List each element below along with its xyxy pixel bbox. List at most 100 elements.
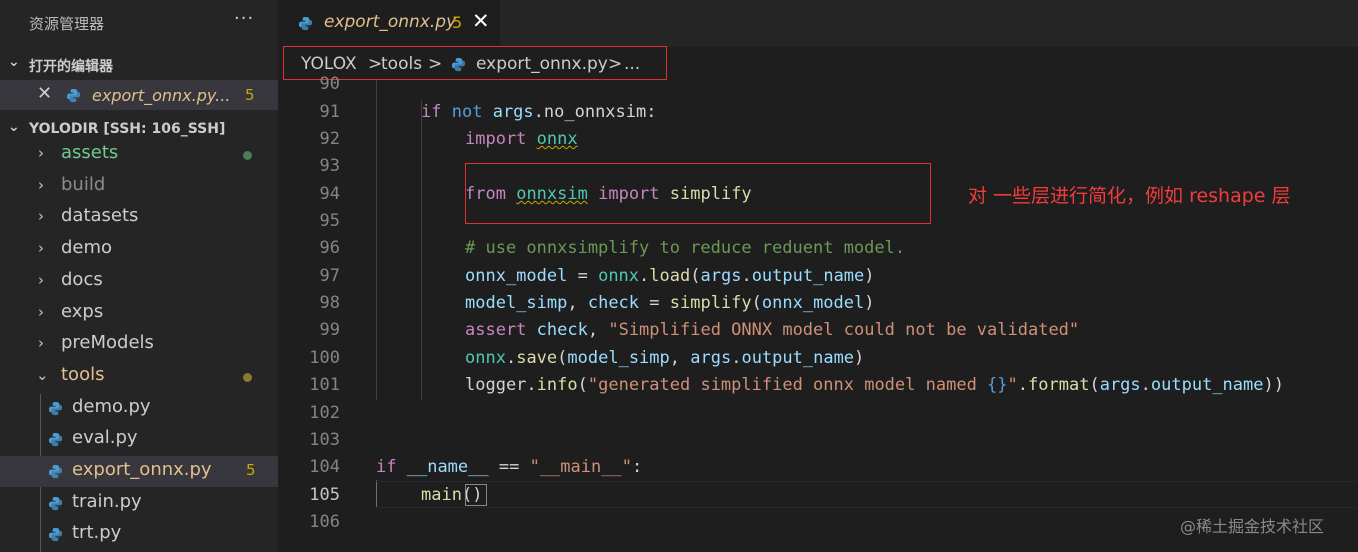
tree-folder-build[interactable]: › build [0, 171, 278, 202]
git-status-dot [243, 373, 252, 382]
annotation-text: 对 一些层进行简化，例如 reshape 层 [968, 185, 1291, 207]
editor-tab-bar: export_onnx.py 5 ✕ [278, 0, 1358, 47]
indent-guide [376, 80, 377, 400]
tree-folder-assets[interactable]: › assets [0, 139, 278, 170]
chevron-right-icon: › [38, 334, 44, 352]
line-number: 101 [309, 375, 340, 395]
line-number: 90 [319, 74, 340, 94]
tree-label: preModels [61, 332, 154, 353]
tree-folder-exps[interactable]: › exps [0, 298, 278, 329]
tree-file-export-onnx-py[interactable]: export_onnx.py 5 [0, 456, 278, 487]
python-file-icon [298, 16, 313, 31]
tree-label: docs [61, 269, 103, 290]
tree-folder-demo[interactable]: › demo [0, 234, 278, 265]
code-line-99: assert check, "Simplified ONNX model cou… [465, 320, 1080, 340]
chevron-right-icon: › [38, 176, 44, 194]
chevron-down-icon: ⌄ [8, 54, 20, 70]
close-icon[interactable]: ✕ [37, 83, 52, 104]
tab-export-onnx-py[interactable]: export_onnx.py 5 ✕ [278, 0, 500, 47]
code-line-91: if not args.no_onnxsim: [421, 102, 657, 122]
open-editor-item[interactable]: ✕ export_onnx.py... 5 [0, 80, 278, 110]
line-number: 104 [309, 457, 340, 477]
tree-label: demo [61, 237, 113, 258]
tree-label: train.py [72, 491, 142, 512]
tree-label: demo.py [72, 396, 151, 417]
problem-count-badge: 5 [245, 86, 255, 104]
breadcrumb-item-symbol[interactable]: ... [624, 54, 640, 74]
workspace-label: YOLODIR [SSH: 106_SSH] [29, 121, 226, 137]
line-number: 102 [309, 403, 340, 423]
python-file-icon [48, 401, 63, 416]
tree-file-demo-py[interactable]: demo.py [0, 393, 278, 424]
tree-label: trt.py [72, 522, 122, 543]
code-line-104: if __name__ == "__main__": [376, 457, 643, 477]
open-editors-header[interactable]: ⌄ 打开的编辑器 [0, 50, 278, 80]
tree-label: datasets [61, 205, 139, 226]
breadcrumb: YOLOX > tools > export_onnx.py > ... [283, 46, 667, 80]
breadcrumb-item-yolox[interactable]: YOLOX [301, 54, 357, 74]
tree-folder-datasets[interactable]: › datasets [0, 202, 278, 233]
tree-file-trt-py[interactable]: trt.py [0, 519, 278, 550]
line-number: 106 [309, 512, 340, 532]
code-line-98: model_simp, check = simplify(onnx_model) [465, 293, 875, 313]
tab-label: export_onnx.py [324, 12, 457, 32]
python-file-icon [48, 527, 63, 542]
chevron-down-icon: ⌄ [36, 366, 49, 384]
chevron-right-icon: › [38, 271, 44, 289]
line-number: 103 [309, 430, 340, 450]
indent-guide [421, 100, 422, 400]
tree-label: tools [61, 364, 105, 385]
tree-file-eval-py[interactable]: eval.py [0, 424, 278, 455]
tree-folder-docs[interactable]: › docs [0, 266, 278, 297]
tree-folder-premodels[interactable]: › preModels [0, 329, 278, 360]
line-number: 100 [309, 348, 340, 368]
python-file-icon [48, 432, 63, 447]
tree-label: assets [61, 142, 119, 163]
breadcrumb-item-file[interactable]: export_onnx.py [476, 54, 608, 74]
tree-label: export_onnx.py [72, 459, 212, 480]
more-actions-button[interactable]: ··· [234, 8, 254, 29]
python-file-icon [48, 496, 63, 511]
tree-label: build [61, 174, 106, 195]
close-icon[interactable]: ✕ [472, 9, 490, 33]
python-file-icon [66, 88, 81, 103]
breadcrumb-separator: > [428, 54, 443, 74]
explorer-sidebar: 资源管理器 ··· ⌄ 打开的编辑器 ✕ export_onnx.py... 5… [0, 0, 278, 552]
code-line-92: import onnx [465, 129, 578, 149]
watermark: @稀土掘金技术社区 [1180, 517, 1325, 536]
chevron-right-icon: › [38, 144, 44, 162]
tree-label: eval.py [72, 427, 138, 448]
line-number: 96 [319, 238, 340, 258]
tree-label: exps [61, 301, 104, 322]
code-line-96: # use onnxsimplify to reduce reduent mod… [465, 238, 906, 258]
line-number: 99 [319, 320, 340, 340]
line-number: 92 [319, 129, 340, 149]
line-number: 94 [319, 184, 340, 204]
current-line-highlight [376, 481, 1358, 508]
line-number: 93 [319, 156, 340, 176]
git-status-dot [243, 151, 252, 160]
chevron-right-icon: › [38, 207, 44, 225]
tree-folder-tools[interactable]: ⌄ tools [0, 361, 278, 392]
open-editors-label: 打开的编辑器 [29, 59, 113, 75]
breadcrumb-separator: > [608, 54, 623, 74]
tree-file-train-py[interactable]: train.py [0, 488, 278, 519]
chevron-right-icon: › [38, 303, 44, 321]
explorer-title: 资源管理器 [29, 15, 105, 33]
chevron-right-icon: › [38, 239, 44, 257]
problem-count-badge: 5 [246, 461, 256, 479]
code-line-100: onnx.save(model_simp, args.output_name) [465, 348, 865, 368]
code-line-97: onnx_model = onnx.load(args.output_name) [465, 266, 875, 286]
chevron-down-icon: ⌄ [8, 119, 20, 135]
breadcrumb-item-tools[interactable]: tools [381, 54, 422, 74]
open-editor-name: export_onnx.py... [92, 86, 231, 105]
python-file-icon [48, 464, 63, 479]
python-file-icon [451, 57, 466, 72]
line-number: 91 [319, 102, 340, 122]
line-number: 98 [319, 293, 340, 313]
line-number: 95 [319, 211, 340, 231]
annotation-highlight-box [465, 163, 931, 224]
code-line-101: logger.info("generated simplified onnx m… [465, 375, 1284, 395]
line-number: 105 [309, 485, 340, 505]
problem-count-badge: 5 [452, 13, 463, 32]
